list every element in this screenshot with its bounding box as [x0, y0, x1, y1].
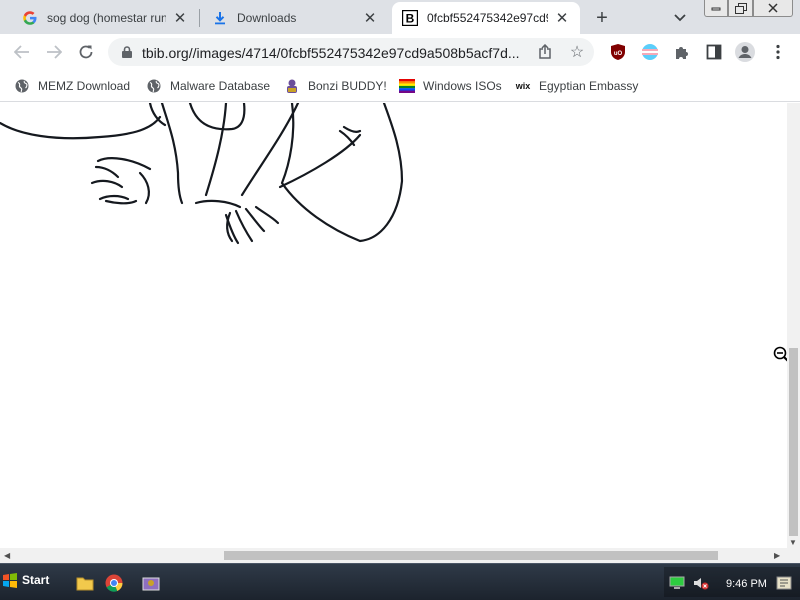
bookmark-label: Egyptian Embassy	[539, 79, 639, 93]
tab-separator	[199, 9, 200, 27]
forward-button[interactable]	[42, 40, 66, 64]
scroll-down-arrow-icon[interactable]: ▼	[789, 538, 797, 547]
chrome-taskbar-icon[interactable]	[103, 572, 125, 594]
bookmarks-bar: MEMZ Download Malware Database Bonzi BUD…	[0, 70, 800, 102]
close-tab-icon[interactable]: ✕	[172, 10, 188, 27]
tab-title: 0fcbf552475342e97cd9a508b5acf7d	[427, 11, 548, 25]
sketch-drawing-image	[0, 103, 404, 245]
new-tab-button[interactable]: +	[590, 6, 614, 30]
action-center-icon[interactable]	[773, 572, 795, 594]
vertical-scrollbar[interactable]	[787, 103, 800, 548]
address-bar[interactable]: tbib.org//images/4714/0fcbf552475342e97c…	[108, 38, 594, 66]
scroll-right-arrow-icon[interactable]: ▶	[774, 551, 780, 560]
arrow-right-icon	[47, 45, 62, 59]
reload-icon	[79, 45, 93, 59]
start-button[interactable]: Start	[2, 568, 54, 592]
bonzi-icon	[284, 78, 300, 94]
restore-button[interactable]	[728, 0, 753, 17]
tab-image-active[interactable]: B 0fcbf552475342e97cd9a508b5acf7d ✕	[392, 2, 580, 34]
volume-muted-icon[interactable]	[690, 572, 712, 594]
reload-button[interactable]	[74, 40, 98, 64]
svg-text:uO: uO	[614, 51, 623, 57]
profile-avatar-icon[interactable]	[735, 42, 755, 62]
tbib-icon: B	[402, 10, 418, 26]
back-button[interactable]	[10, 40, 34, 64]
file-explorer-taskbar-icon[interactable]	[74, 572, 96, 594]
minimize-button[interactable]	[704, 0, 728, 17]
scroll-left-arrow-icon[interactable]: ◀	[4, 551, 10, 560]
horizontal-scrollbar[interactable]: ◀ ▶ ▼	[0, 538, 800, 563]
bookmark-memz-download[interactable]: MEMZ Download	[14, 76, 130, 96]
network-monitor-icon[interactable]	[666, 572, 688, 594]
rainbow-flag-icon	[399, 78, 415, 94]
vertical-scroll-thumb[interactable]	[789, 348, 798, 536]
bonzi-taskbar-icon[interactable]	[140, 572, 162, 594]
tab-title: Downloads	[237, 11, 297, 25]
image-viewport[interactable]	[0, 103, 787, 548]
taskbar: Start 9:46 PM	[0, 563, 800, 600]
bookmark-egyptian-embassy[interactable]: wix Egyptian Embassy	[515, 76, 639, 96]
zoom-out-cursor-icon	[773, 346, 787, 364]
svg-text:B: B	[406, 12, 415, 26]
bookmark-bonzi-buddy[interactable]: Bonzi BUDDY!	[284, 76, 387, 96]
extensions-puzzle-icon[interactable]	[672, 42, 692, 62]
tab-downloads[interactable]: Downloads ✕	[202, 2, 388, 34]
wix-icon: wix	[515, 81, 531, 91]
ublock-origin-icon[interactable]: uO	[608, 42, 628, 62]
toolbar: tbib.org//images/4714/0fcbf552475342e97c…	[0, 34, 800, 70]
close-tab-icon[interactable]: ✕	[554, 10, 570, 27]
close-tab-icon[interactable]: ✕	[362, 10, 378, 27]
bookmark-label: MEMZ Download	[38, 79, 131, 93]
bookmark-windows-isos[interactable]: Windows ISOs	[399, 76, 502, 96]
start-label: Start	[22, 573, 50, 587]
bookmark-label: Windows ISOs	[423, 79, 502, 93]
google-icon	[22, 10, 38, 26]
globe-icon	[146, 78, 162, 94]
share-icon[interactable]	[536, 43, 554, 61]
tab-title: sog dog (homestar runner)	[47, 11, 166, 25]
side-panel-icon[interactable]	[704, 42, 724, 62]
clock[interactable]: 9:46 PM	[726, 578, 767, 590]
horizontal-scroll-thumb[interactable]	[224, 551, 718, 560]
url-text[interactable]: tbib.org//images/4714/0fcbf552475342e97c…	[142, 45, 520, 61]
download-icon	[212, 10, 228, 26]
bookmark-star-icon[interactable]: ☆	[567, 42, 587, 62]
menu-kebab-icon[interactable]	[768, 42, 788, 62]
trans-flag-extension-icon[interactable]	[640, 42, 660, 62]
bookmark-label: Bonzi BUDDY!	[308, 79, 387, 93]
close-window-button[interactable]	[753, 0, 793, 17]
windows-flag-icon	[3, 573, 17, 588]
tab-search-chevron-icon[interactable]	[670, 8, 690, 28]
tab-strip: sog dog (homestar runner) ✕ Downloads ✕ …	[0, 0, 800, 34]
lock-icon[interactable]	[120, 45, 134, 59]
bookmark-label: Malware Database	[170, 79, 271, 93]
globe-icon	[14, 78, 30, 94]
bookmark-malware-database[interactable]: Malware Database	[146, 76, 270, 96]
tab-sog-dog[interactable]: sog dog (homestar runner) ✕	[12, 2, 198, 34]
arrow-left-icon	[14, 45, 29, 59]
